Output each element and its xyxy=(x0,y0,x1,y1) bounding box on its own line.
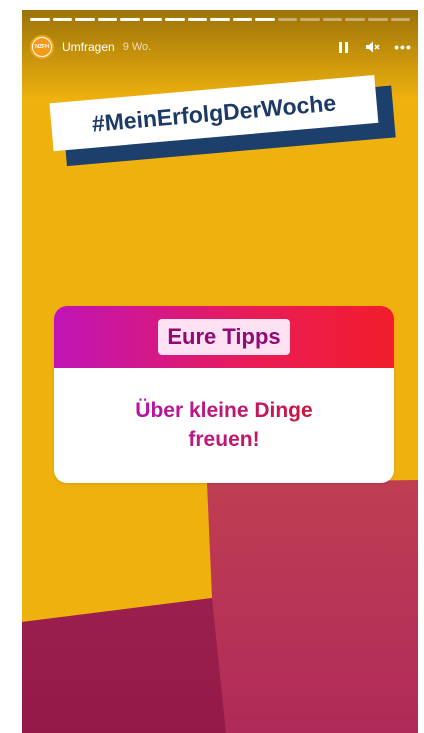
story-viewer[interactable]: NZFH Umfragen 9 Wo. ••• #MeinErfolgDerWo… xyxy=(22,10,418,733)
avatar-text: NZFH xyxy=(35,44,49,50)
story-header: NZFH Umfragen 9 Wo. ••• xyxy=(30,34,411,60)
progress-segment xyxy=(165,18,185,21)
tip-card-header: Eure Tipps xyxy=(54,306,394,368)
story-controls: ••• xyxy=(336,39,411,55)
volume-muted-icon[interactable] xyxy=(366,40,380,54)
progress-segment xyxy=(322,18,343,21)
progress-segment xyxy=(30,18,50,21)
progress-segment xyxy=(390,18,411,21)
story-progress-bar xyxy=(30,18,411,21)
post-time: 9 Wo. xyxy=(122,41,152,53)
tip-card-body: Über kleine Dinge freuen! xyxy=(54,368,394,483)
progress-segment xyxy=(232,18,253,21)
avatar[interactable]: NZFH xyxy=(30,35,54,59)
progress-segment xyxy=(142,18,163,21)
progress-segment xyxy=(75,18,95,21)
progress-segment xyxy=(97,18,118,21)
tip-card-text-line2: freuen! xyxy=(188,427,260,451)
progress-segment xyxy=(300,18,320,21)
tip-card-text: Über kleine Dinge freuen! xyxy=(135,397,312,454)
tip-card: Eure Tipps Über kleine Dinge freuen! xyxy=(54,306,394,483)
progress-segment xyxy=(120,18,140,21)
progress-segment xyxy=(255,18,275,21)
progress-segment xyxy=(345,18,365,21)
progress-segment xyxy=(367,18,388,21)
progress-segment xyxy=(187,18,208,21)
progress-segment xyxy=(52,18,73,21)
username[interactable]: Umfragen xyxy=(62,40,115,54)
tip-card-text-line1: Über kleine Dinge xyxy=(135,399,313,423)
progress-segment xyxy=(210,18,230,21)
tip-card-title: Eure Tipps xyxy=(158,319,290,355)
avatar-logo: NZFH xyxy=(33,38,51,56)
pause-icon[interactable] xyxy=(336,40,350,54)
more-options-icon[interactable]: ••• xyxy=(394,39,411,55)
progress-segment xyxy=(277,18,298,21)
